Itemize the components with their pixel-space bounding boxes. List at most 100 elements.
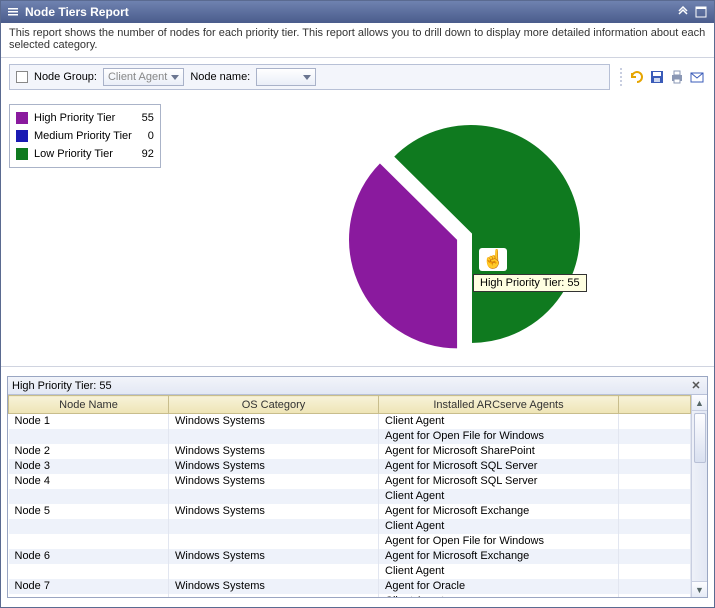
table-row[interactable]: Node 2 Windows Systems Agent for Microso… (9, 444, 691, 459)
legend-label: Low Priority Tier (34, 148, 113, 160)
cell-agent: Client Agent (379, 594, 619, 598)
col-installed-agents[interactable]: Installed ARCserve Agents (379, 396, 619, 414)
node-name-label: Node name: (190, 71, 250, 83)
node-name-select[interactable] (256, 68, 316, 86)
cell-spare (619, 534, 691, 549)
legend-item[interactable]: High Priority Tier 55 (16, 109, 154, 127)
node-group-select[interactable]: Client Agent (103, 68, 184, 86)
cell-agent: Agent for Microsoft Exchange (379, 504, 619, 519)
cell-spare (619, 579, 691, 594)
close-icon[interactable]: ✕ (689, 379, 703, 393)
legend-value: 0 (138, 130, 154, 142)
cell-node: Node 2 (9, 444, 169, 459)
col-spare (619, 396, 691, 414)
cell-node: Node 3 (9, 459, 169, 474)
scroll-thumb[interactable] (694, 413, 706, 463)
cell-agent: Agent for Microsoft SharePoint (379, 444, 619, 459)
cell-agent: Agent for Microsoft SQL Server (379, 474, 619, 489)
legend-value: 55 (132, 112, 154, 124)
description: This report shows the number of nodes fo… (1, 23, 714, 58)
cell-agent: Agent for Open File for Windows (379, 429, 619, 444)
cell-agent: Client Agent (379, 564, 619, 579)
vertical-scrollbar[interactable]: ▲ ▼ (691, 395, 707, 597)
detail-panel: High Priority Tier: 55 ✕ Node Name OS Ca… (7, 376, 708, 598)
cell-spare (619, 594, 691, 598)
cell-node: Node 4 (9, 474, 169, 489)
cell-agent: Agent for Microsoft SQL Server (379, 459, 619, 474)
table-row[interactable]: Node 1 Windows Systems Client Agent (9, 414, 691, 429)
cell-spare (619, 429, 691, 444)
cell-os (169, 519, 379, 534)
divider (1, 366, 714, 372)
legend-value: 92 (132, 148, 154, 160)
table-row[interactable]: Agent for Open File for Windows (9, 534, 691, 549)
cell-node: Node 7 (9, 579, 169, 594)
cell-os (169, 534, 379, 549)
table-row[interactable]: Node 6 Windows Systems Agent for Microso… (9, 549, 691, 564)
cell-node (9, 489, 169, 504)
legend-label: Medium Priority Tier (34, 130, 132, 142)
toolbar-icons (620, 68, 706, 86)
cell-spare (619, 564, 691, 579)
cell-node (9, 519, 169, 534)
cell-os (169, 594, 379, 598)
cell-spare (619, 474, 691, 489)
cell-agent: Client Agent (379, 414, 619, 429)
cell-node: Node 6 (9, 549, 169, 564)
node-group-value: Client Agent (108, 71, 167, 83)
cell-os: Windows Systems (169, 414, 379, 429)
detail-header: High Priority Tier: 55 ✕ (8, 377, 707, 395)
legend: High Priority Tier 55 Medium Priority Ti… (9, 104, 161, 168)
maximize-icon[interactable] (694, 5, 708, 19)
cell-os (169, 564, 379, 579)
filter-bar: Node Group: Client Agent Node name: (1, 58, 714, 96)
scroll-track[interactable] (692, 465, 707, 581)
node-group-label: Node Group: (34, 71, 97, 83)
legend-swatch (16, 148, 28, 160)
data-table: Node Name OS Category Installed ARCserve… (8, 395, 691, 597)
table-row[interactable]: Client Agent (9, 489, 691, 504)
panel: Node Tiers Report This report shows the … (0, 0, 715, 608)
cell-spare (619, 489, 691, 504)
cell-node (9, 534, 169, 549)
print-icon[interactable] (668, 68, 686, 86)
node-group-checkbox[interactable] (16, 71, 28, 83)
cell-node (9, 564, 169, 579)
cell-spare (619, 414, 691, 429)
detail-title: High Priority Tier: 55 (12, 380, 112, 392)
legend-item[interactable]: Medium Priority Tier 0 (16, 127, 154, 145)
legend-swatch (16, 112, 28, 124)
table-row[interactable]: Client Agent (9, 519, 691, 534)
table-row[interactable]: Agent for Open File for Windows (9, 429, 691, 444)
cell-agent: Agent for Oracle (379, 579, 619, 594)
legend-item[interactable]: Low Priority Tier 92 (16, 145, 154, 163)
save-icon[interactable] (648, 68, 666, 86)
pie-chart[interactable] (341, 104, 601, 364)
scroll-up-icon[interactable]: ▲ (692, 395, 707, 411)
table-row[interactable]: Client Agent (9, 594, 691, 598)
panel-title: Node Tiers Report (25, 5, 129, 19)
col-os-category[interactable]: OS Category (169, 396, 379, 414)
legend-swatch (16, 130, 28, 142)
table-row[interactable]: Node 3 Windows Systems Agent for Microso… (9, 459, 691, 474)
email-icon[interactable] (688, 68, 706, 86)
panel-menu-icon[interactable] (7, 6, 19, 18)
scroll-down-icon[interactable]: ▼ (692, 581, 707, 597)
table-row[interactable]: Node 7 Windows Systems Agent for Oracle (9, 579, 691, 594)
col-node-name[interactable]: Node Name (9, 396, 169, 414)
table-row[interactable]: Node 5 Windows Systems Agent for Microso… (9, 504, 691, 519)
pointer-cursor-icon: ☝ (479, 248, 507, 271)
cell-agent: Agent for Microsoft Exchange (379, 549, 619, 564)
cell-os: Windows Systems (169, 459, 379, 474)
table-row[interactable]: Node 4 Windows Systems Agent for Microso… (9, 474, 691, 489)
cell-os: Windows Systems (169, 474, 379, 489)
legend-label: High Priority Tier (34, 112, 115, 124)
table-row[interactable]: Client Agent (9, 564, 691, 579)
collapse-icon[interactable] (676, 5, 690, 19)
cell-node: Node 5 (9, 504, 169, 519)
chart-tooltip: High Priority Tier: 55 (473, 274, 587, 292)
cell-spare (619, 519, 691, 534)
cell-node (9, 429, 169, 444)
refresh-icon[interactable] (628, 68, 646, 86)
filter-box: Node Group: Client Agent Node name: (9, 64, 610, 90)
